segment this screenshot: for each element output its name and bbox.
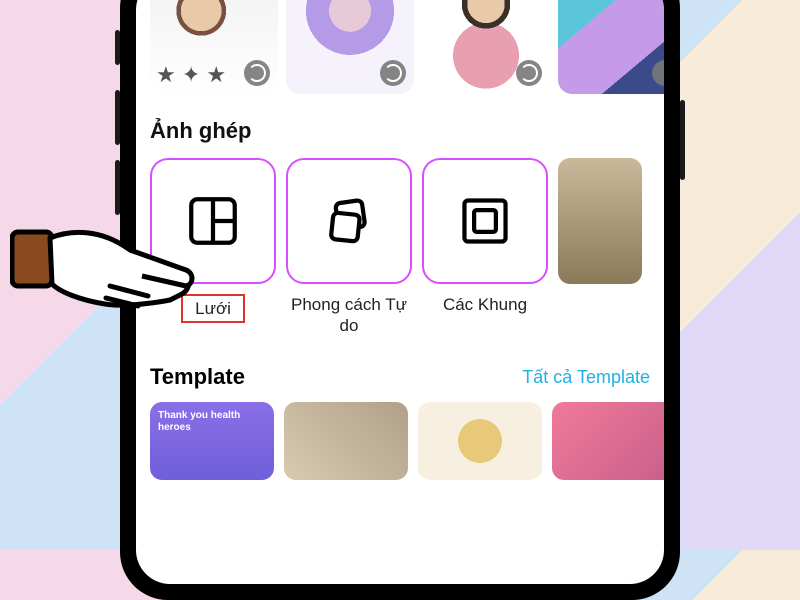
template-caption: Thank you health heroes bbox=[158, 410, 240, 433]
template-row[interactable]: Thank you health heroes bbox=[150, 402, 650, 480]
collage-options-row: Lưới Phong cách Tự do bbox=[150, 158, 650, 338]
art-style-row[interactable] bbox=[150, 0, 650, 94]
collage-option-label: Các Khung bbox=[422, 294, 548, 338]
refresh-icon bbox=[520, 64, 538, 82]
collage-section-title: Ảnh ghép bbox=[150, 118, 650, 144]
template-card[interactable] bbox=[418, 402, 542, 480]
art-style-card[interactable] bbox=[422, 0, 550, 94]
phone-side-button bbox=[680, 100, 685, 180]
art-style-card[interactable] bbox=[558, 0, 664, 94]
phone-screen: Ảnh ghép Lưới bbox=[136, 0, 664, 584]
refresh-icon bbox=[384, 64, 402, 82]
collage-option-label: Lưới bbox=[195, 299, 231, 318]
phone-side-button bbox=[115, 160, 120, 215]
grid-icon bbox=[184, 192, 242, 250]
collage-option-grid[interactable] bbox=[150, 158, 276, 284]
phone-frame: Ảnh ghép Lưới bbox=[120, 0, 680, 600]
collage-option-freestyle[interactable] bbox=[286, 158, 412, 284]
see-all-templates-link[interactable]: Tất cả Template bbox=[522, 367, 650, 388]
art-style-card[interactable] bbox=[150, 0, 278, 94]
phone-side-button bbox=[115, 30, 120, 65]
art-style-card[interactable] bbox=[286, 0, 414, 94]
phone-side-button bbox=[115, 90, 120, 145]
frames-icon bbox=[456, 192, 514, 250]
template-card[interactable]: Thank you health heroes bbox=[150, 402, 274, 480]
refresh-icon bbox=[248, 64, 266, 82]
template-card[interactable] bbox=[284, 402, 408, 480]
collage-sample-thumb[interactable] bbox=[558, 158, 642, 284]
template-section-title: Template bbox=[150, 364, 245, 390]
collage-option-frames[interactable] bbox=[422, 158, 548, 284]
freestyle-icon bbox=[320, 192, 378, 250]
collage-option-label: Phong cách Tự do bbox=[286, 294, 412, 338]
highlighted-label-box: Lưới bbox=[181, 294, 245, 323]
template-card[interactable] bbox=[552, 402, 664, 480]
